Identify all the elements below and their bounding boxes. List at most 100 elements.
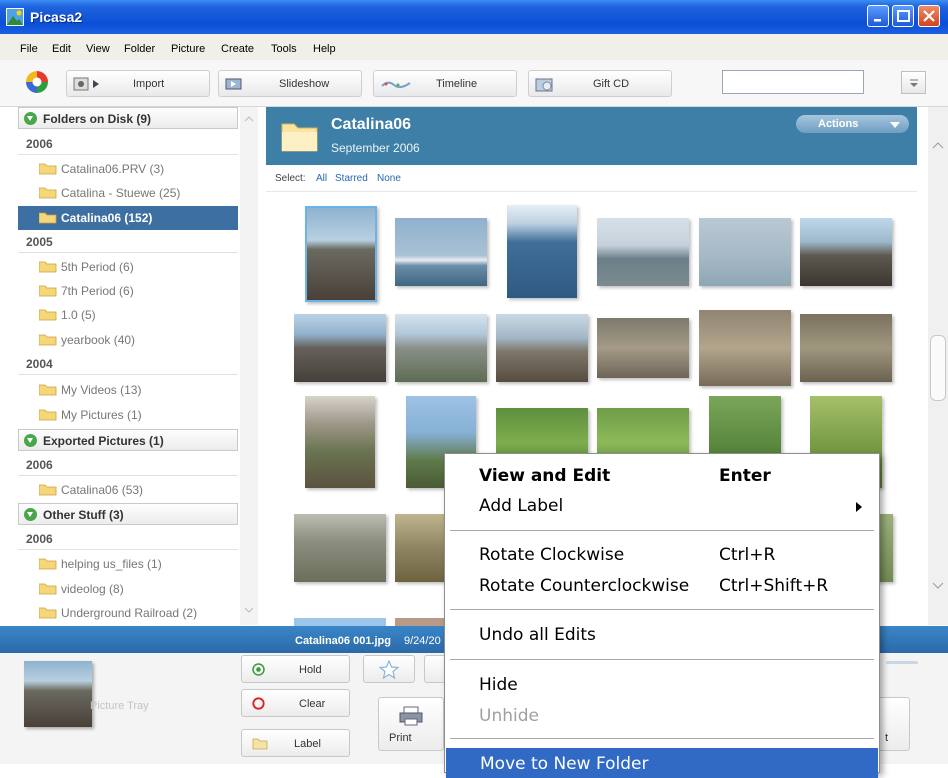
photo-thumbnail[interactable] xyxy=(294,314,386,382)
collapse-icon[interactable] xyxy=(24,434,37,447)
folder-item[interactable]: Catalina06 (53) xyxy=(18,478,238,502)
menu-item-move-folder[interactable]: Move to New Folder xyxy=(480,754,648,774)
folder-item[interactable]: Catalina - Stuewe (25) xyxy=(18,181,238,205)
gift-cd-label: Gift CD xyxy=(593,78,630,90)
rotate-button[interactable] xyxy=(424,655,446,683)
photo-thumbnail[interactable] xyxy=(395,218,487,286)
label-label: Label xyxy=(294,738,321,750)
photo-thumbnail[interactable] xyxy=(507,205,577,298)
slideshow-button[interactable]: Slideshow xyxy=(218,70,362,97)
menu-picture[interactable]: Picture xyxy=(171,43,205,55)
menu-item-rotate-cw[interactable]: Rotate Clockwise xyxy=(479,545,624,565)
window-title: Picasa2 xyxy=(30,9,83,25)
photo-thumbnail[interactable] xyxy=(395,314,487,382)
folder-icon xyxy=(39,285,57,297)
group-exported-pictures[interactable]: Exported Pictures (1) xyxy=(18,429,238,451)
print-button[interactable]: Print xyxy=(378,697,444,751)
folder-label: Catalina - Stuewe (25) xyxy=(61,186,181,200)
menu-item-hide[interactable]: Hide xyxy=(479,675,518,695)
gift-cd-button[interactable]: Gift CD xyxy=(528,70,672,97)
status-date: 9/24/20 xyxy=(404,635,441,647)
search-options-button[interactable] xyxy=(901,71,926,94)
timeline-button[interactable]: Timeline xyxy=(373,70,517,97)
menu-help[interactable]: Help xyxy=(313,43,336,55)
scroll-up-icon[interactable] xyxy=(244,115,254,122)
photo-thumbnail[interactable] xyxy=(597,218,689,286)
photo-thumbnail[interactable] xyxy=(800,218,892,286)
photo-thumbnail[interactable] xyxy=(699,310,791,386)
year-divider: 2006 xyxy=(18,134,238,155)
group-label: Exported Pictures (1) xyxy=(43,434,164,448)
photo-thumbnail[interactable] xyxy=(597,318,689,378)
minimize-button[interactable] xyxy=(867,5,889,27)
select-all-link[interactable]: All xyxy=(316,173,327,184)
clear-button[interactable]: Clear xyxy=(241,689,350,717)
menu-item-add-label[interactable]: Add Label xyxy=(479,496,563,516)
photo-thumbnail-partial[interactable] xyxy=(395,618,445,626)
shortcut-enter: Enter xyxy=(719,466,771,486)
folder-item[interactable]: My Pictures (1) xyxy=(18,403,238,427)
folder-item[interactable]: 7th Period (6) xyxy=(18,279,238,303)
album-title: Catalina06 xyxy=(331,116,412,133)
import-button[interactable]: Import xyxy=(66,70,210,97)
folder-sidebar: Folders on Disk (9) 2006 Catalina06.PRV … xyxy=(18,107,258,625)
menu-view[interactable]: View xyxy=(86,43,110,55)
folder-label: My Videos (13) xyxy=(61,383,142,397)
photo-thumbnail[interactable] xyxy=(800,314,892,382)
zoom-slider[interactable] xyxy=(886,661,918,664)
folder-icon xyxy=(39,558,57,570)
maximize-button[interactable] xyxy=(892,5,914,27)
photo-thumbnail-selected[interactable] xyxy=(305,206,377,302)
photo-thumbnail[interactable] xyxy=(496,314,588,382)
folder-item[interactable]: My Videos (13) xyxy=(18,378,238,402)
menu-tools[interactable]: Tools xyxy=(271,43,297,55)
minimize-icon xyxy=(874,19,881,22)
folder-item[interactable]: 5th Period (6) xyxy=(18,255,238,279)
tray-thumbnail[interactable] xyxy=(24,661,92,727)
actions-button[interactable]: Actions xyxy=(796,115,909,133)
search-input[interactable] xyxy=(722,70,864,94)
folder-item[interactable]: helping us_files (1) xyxy=(18,552,238,576)
folder-item[interactable]: Catalina06.PRV (3) xyxy=(18,157,238,181)
menu-folder[interactable]: Folder xyxy=(124,43,155,55)
star-button[interactable] xyxy=(363,655,415,683)
select-starred-link[interactable]: Starred xyxy=(335,173,368,184)
scroll-thumb[interactable] xyxy=(930,335,946,401)
collapse-icon[interactable] xyxy=(24,112,37,125)
folder-item[interactable]: Underground Railroad (2) xyxy=(18,601,238,625)
menu-item-highlight[interactable]: Move to New Folder xyxy=(446,748,878,778)
folder-item[interactable]: yearbook (40) xyxy=(18,328,238,352)
folder-item-selected[interactable]: Catalina06 (152) xyxy=(18,206,238,230)
group-other-stuff[interactable]: Other Stuff (3) xyxy=(18,503,238,525)
menu-separator xyxy=(450,738,874,740)
photo-thumbnail[interactable] xyxy=(294,514,386,582)
year-divider: 2005 xyxy=(18,232,238,253)
scroll-up-icon[interactable] xyxy=(931,141,945,149)
menu-item-rotate-ccw[interactable]: Rotate Counterclockwise xyxy=(479,576,689,596)
menu-item-undo-edits[interactable]: Undo all Edits xyxy=(479,625,596,645)
menu-edit[interactable]: Edit xyxy=(52,43,71,55)
sidebar-scrollbar[interactable] xyxy=(240,107,258,625)
scroll-down-icon[interactable] xyxy=(244,607,254,614)
folder-item[interactable]: 1.0 (5) xyxy=(18,303,238,327)
menu-file[interactable]: File xyxy=(20,43,38,55)
scroll-down-icon[interactable] xyxy=(931,582,945,590)
folder-label: helping us_files (1) xyxy=(61,557,162,571)
select-none-link[interactable]: None xyxy=(377,173,401,184)
photo-thumbnail[interactable] xyxy=(699,218,791,286)
menu-item-view-edit[interactable]: View and Edit xyxy=(479,466,610,486)
hold-button[interactable]: Hold xyxy=(241,655,350,683)
photo-thumbnail[interactable] xyxy=(305,396,375,488)
group-folders-on-disk[interactable]: Folders on Disk (9) xyxy=(18,107,238,129)
photo-thumbnail-partial[interactable] xyxy=(294,618,386,626)
folder-icon xyxy=(39,163,57,175)
menu-create[interactable]: Create xyxy=(221,43,254,55)
close-icon xyxy=(923,10,935,22)
main-scrollbar[interactable] xyxy=(928,107,948,625)
collapse-icon[interactable] xyxy=(24,508,37,521)
label-button[interactable]: Label xyxy=(241,729,350,757)
folder-item[interactable]: videolog (8) xyxy=(18,577,238,601)
close-button[interactable] xyxy=(918,5,940,27)
clear-label: Clear xyxy=(299,698,326,710)
photo-thumbnail[interactable] xyxy=(395,514,445,582)
